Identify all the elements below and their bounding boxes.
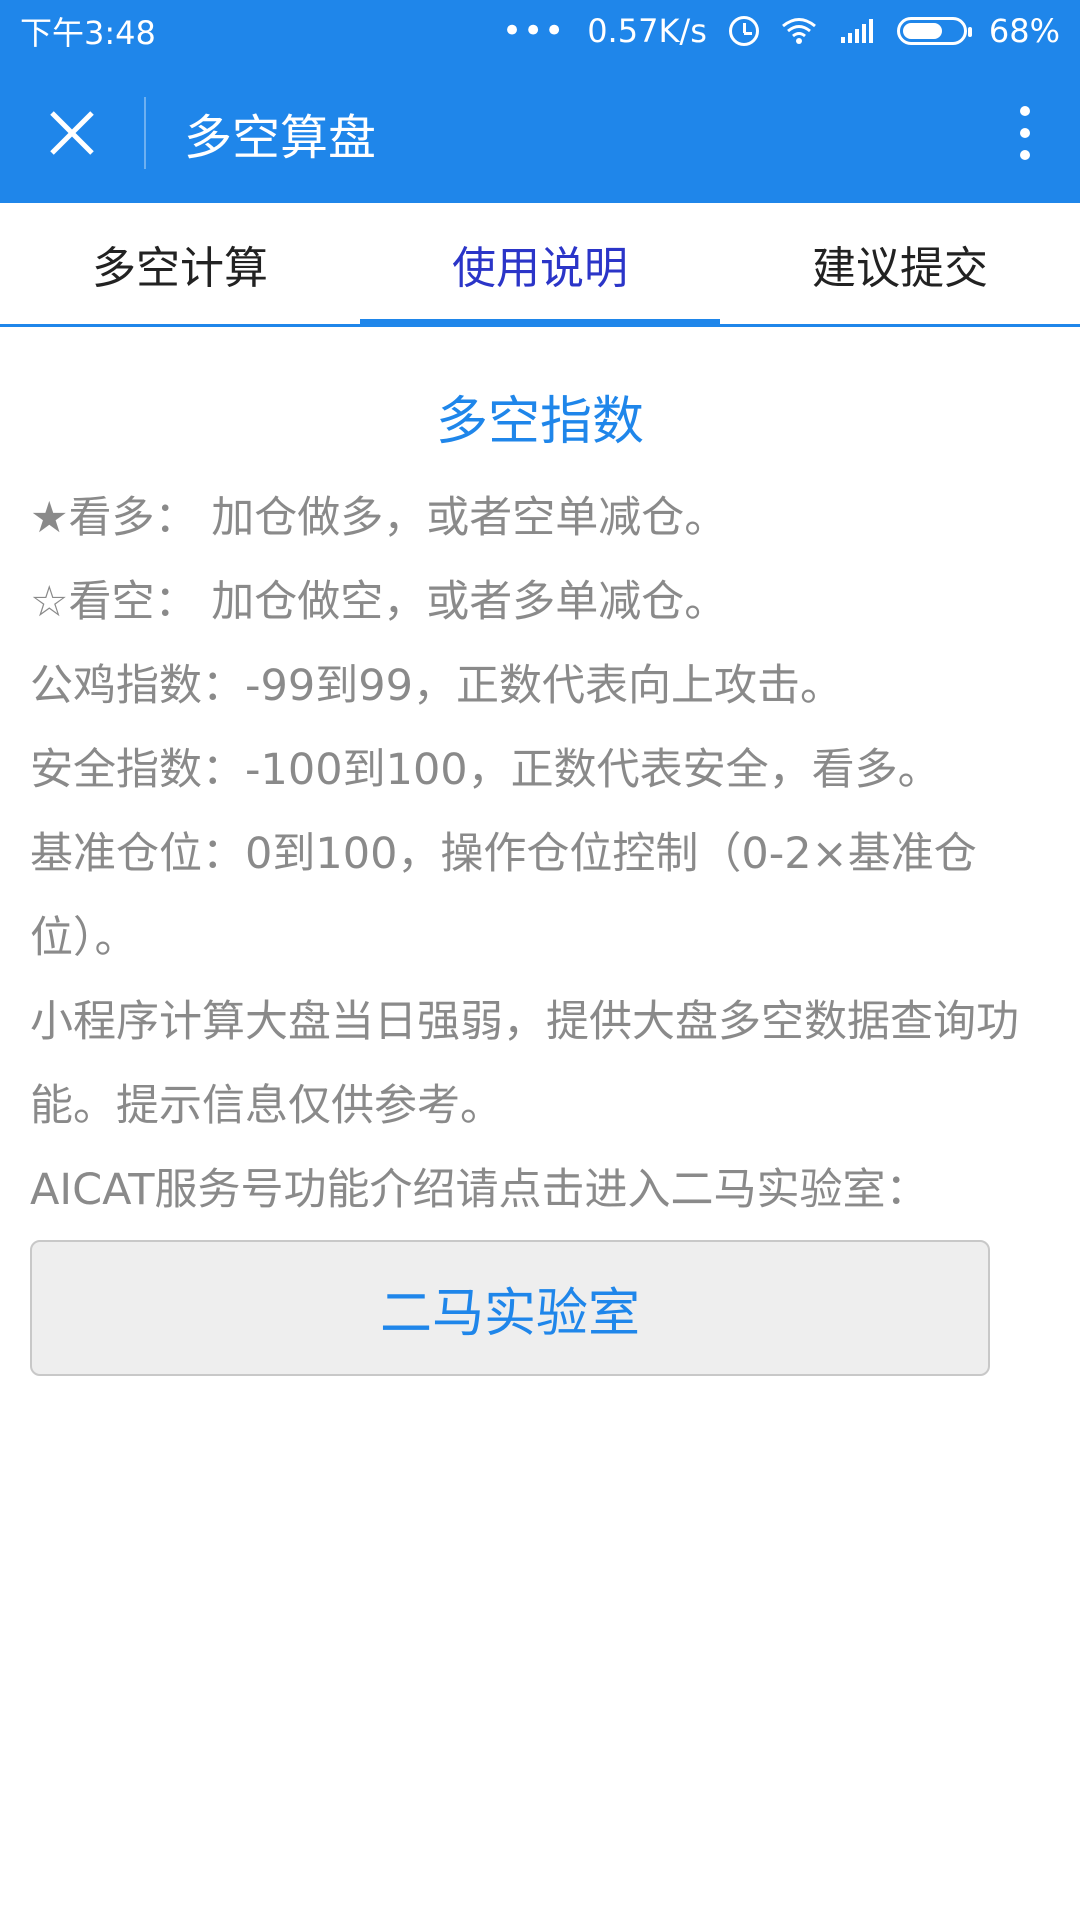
status-time: 下午3:48	[20, 14, 156, 52]
more-dots: •••	[502, 11, 566, 51]
more-vertical-icon-dot	[1020, 127, 1030, 138]
line-safety-index: 安全指数：-100到100，正数代表安全，看多。	[30, 745, 941, 795]
tab-instructions[interactable]: 使用说明	[360, 203, 720, 327]
section-title: 多空指数	[435, 392, 644, 452]
line-rooster-index: 公鸡指数：-99到99，正数代表向上攻击。	[30, 661, 843, 711]
wifi-icon	[781, 17, 817, 45]
line-bearish: ☆看空： 加仓做空，或者多单减仓。	[30, 577, 728, 627]
erma-lab-button[interactable]: 二马实验室	[30, 1240, 990, 1376]
status-bar: 下午3:48 ••• 0.57K/s 68%	[0, 0, 1080, 62]
close-button[interactable]	[0, 62, 144, 203]
line-bullish: ★看多： 加仓做多，或者空单减仓。	[30, 493, 728, 543]
more-vertical-icon-dot	[1020, 149, 1030, 160]
signal-icon	[839, 17, 875, 45]
battery-percent: 68%	[988, 12, 1060, 50]
net-speed: 0.57K/s	[587, 12, 707, 50]
tab-feedback[interactable]: 建议提交	[720, 203, 1080, 324]
more-vertical-icon-dot	[1020, 105, 1030, 116]
instructions-content: 多空指数 ★看多： 加仓做多，或者空单减仓。 ☆看空： 加仓做空，或者多单减仓。…	[30, 327, 1050, 1376]
app-bar: 多空算盘	[0, 62, 1080, 203]
page-title: 多空算盘	[184, 109, 377, 166]
battery-icon	[896, 17, 972, 45]
line-base-position: 基准仓位：0到100，操作仓位控制（0-2×基准仓位）。	[30, 829, 977, 963]
tab-calculate[interactable]: 多空计算	[0, 203, 360, 324]
close-icon	[48, 109, 96, 157]
tab-bar: 多空计算 使用说明 建议提交	[0, 203, 1080, 327]
line-aicat-intro: AICAT服务号功能介绍请点击进入二马实验室：	[30, 1165, 929, 1215]
alarm-icon	[728, 16, 759, 46]
battery-fill	[902, 23, 942, 39]
line-program-description: 小程序计算大盘当日强弱，提供大盘多空数据查询功能。提示信息仅供参考。	[30, 997, 1019, 1131]
status-icons: ••• 0.57K/s 68%	[502, 11, 1060, 51]
app-bar-divider	[144, 96, 146, 169]
more-button[interactable]	[970, 62, 1080, 203]
